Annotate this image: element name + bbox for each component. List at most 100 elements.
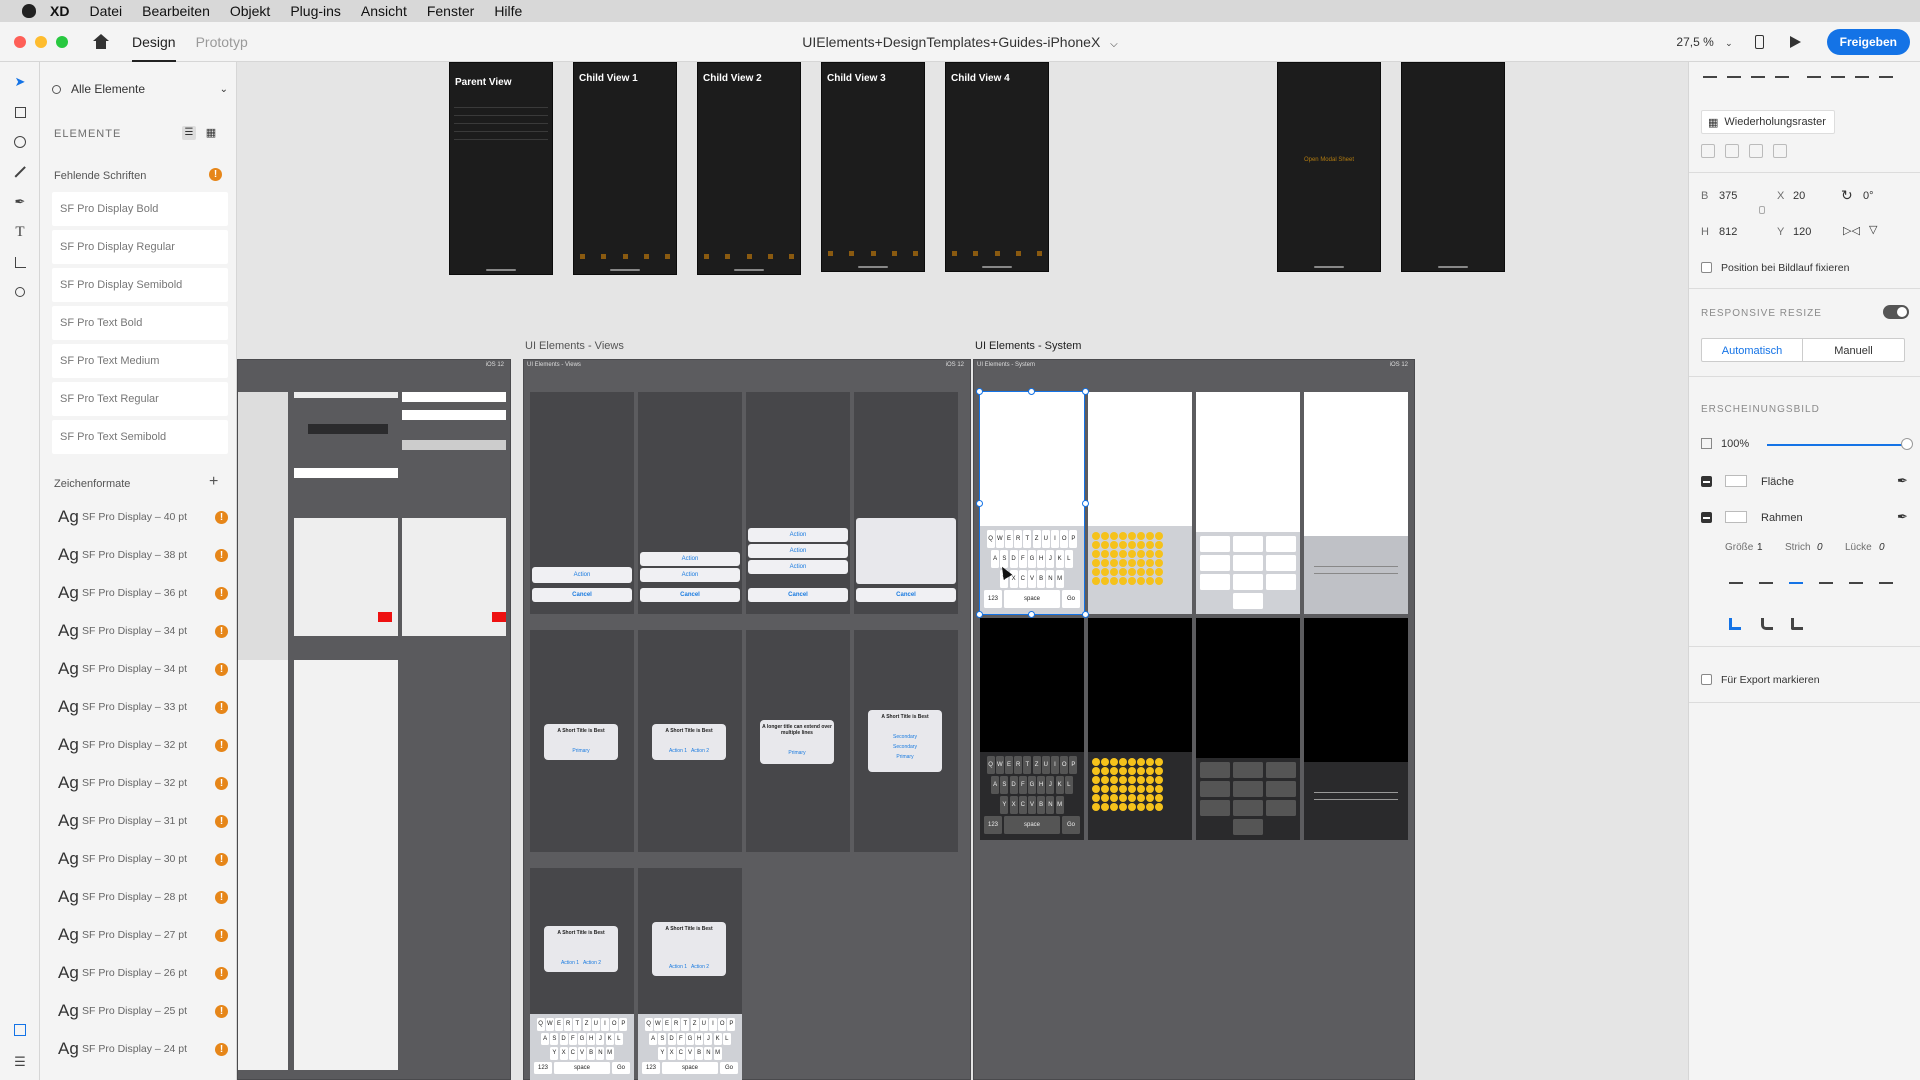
alert-cell[interactable]: A Short Title is Best Primary <box>530 630 634 852</box>
resize-auto-option[interactable]: Automatisch <box>1701 338 1803 362</box>
artboard-child-view-2[interactable]: Child View 2 <box>697 62 801 275</box>
list-view-icon[interactable]: ☰ <box>182 126 196 140</box>
boolean-add-icon[interactable] <box>1701 144 1715 158</box>
missing-font-item[interactable]: SF Pro Display Semibold <box>52 268 228 302</box>
eyedropper-icon[interactable]: ✒ <box>1897 509 1908 525</box>
selection-box[interactable] <box>979 391 1085 615</box>
cap-square-icon[interactable] <box>1879 582 1893 594</box>
distribute-horizontal-icon[interactable] <box>1879 76 1893 88</box>
resize-handle[interactable] <box>1028 611 1035 618</box>
flip-horizontal-icon[interactable]: ▷◁ <box>1843 224 1860 237</box>
export-checkbox[interactable] <box>1701 674 1712 685</box>
home-icon[interactable] <box>92 33 110 50</box>
device-preview-icon[interactable] <box>1754 35 1764 49</box>
resize-handle[interactable] <box>1082 611 1089 618</box>
rotate-icon[interactable]: ↻ <box>1841 187 1853 204</box>
x-field[interactable]: 20 <box>1793 190 1805 202</box>
lock-aspect-icon[interactable] <box>1759 206 1765 214</box>
close-window-button[interactable] <box>14 35 26 48</box>
char-style-item[interactable]: Ag SF Pro Display – 32 pt! <box>52 768 228 798</box>
repeat-grid-button[interactable]: ▦ Wiederholungsraster <box>1701 110 1835 134</box>
alert-cell[interactable]: A longer title can extend over multiple … <box>746 630 850 852</box>
join-round-icon[interactable] <box>1761 618 1773 630</box>
artboard-modal-sheet[interactable] <box>1401 62 1505 272</box>
zoom-window-button[interactable] <box>56 35 68 48</box>
fix-position-checkbox[interactable] <box>1701 262 1712 273</box>
width-field[interactable]: 375 <box>1719 190 1737 202</box>
emoji-light-phone[interactable] <box>1088 392 1192 614</box>
join-miter-icon[interactable] <box>1729 618 1741 630</box>
opacity-slider-track[interactable] <box>1767 444 1907 446</box>
resize-handle[interactable] <box>1082 388 1089 395</box>
char-style-item[interactable]: Ag SF Pro Display – 40 pt! <box>52 502 228 532</box>
align-center-icon[interactable] <box>1831 76 1845 88</box>
play-icon[interactable] <box>1789 36 1801 48</box>
missing-font-item[interactable]: SF Pro Text Medium <box>52 344 228 378</box>
share-sheet-cell[interactable]: Cancel <box>854 392 958 614</box>
tab-prototype[interactable]: Prototyp <box>196 22 248 62</box>
height-field[interactable]: 812 <box>1719 226 1737 238</box>
apple-icon[interactable] <box>22 4 36 18</box>
artboard-modal-parent[interactable]: Open Modal Sheet <box>1277 62 1381 272</box>
distribute-vertical-icon[interactable] <box>1775 76 1789 88</box>
stroke-inside-icon[interactable] <box>1729 582 1743 594</box>
menu-edit[interactable]: Bearbeiten <box>142 3 210 19</box>
align-right-icon[interactable] <box>1855 76 1869 88</box>
zoom-level[interactable]: 27,5 % ⌄ <box>1676 35 1732 49</box>
char-style-item[interactable]: Ag SF Pro Display – 34 pt! <box>52 654 228 684</box>
alert-cell[interactable]: A Short Title is Best Action 1 Action 2 <box>638 630 742 852</box>
char-style-item[interactable]: Ag SF Pro Display – 33 pt! <box>52 692 228 722</box>
select-tool-icon[interactable]: ➤ <box>12 74 28 90</box>
join-bevel-icon[interactable] <box>1791 618 1803 630</box>
resize-handle[interactable] <box>976 500 983 507</box>
dictation-light-phone[interactable] <box>1304 392 1408 614</box>
artboard-parent-view[interactable]: Parent View <box>449 62 553 275</box>
boolean-intersect-icon[interactable] <box>1749 144 1763 158</box>
menu-app-xd[interactable]: XD <box>50 3 69 19</box>
action-sheet-cell[interactable]: Action Action Cancel <box>638 392 742 614</box>
keyboard-dark-phone[interactable]: Q W E R T Z U I O P A S D F G H J K L Y X C V B N M 123 space Go <box>980 618 1084 840</box>
alert-keyboard-cell[interactable]: A Short Title is Best Action 1 Action 2 … <box>638 868 742 1080</box>
minimize-window-button[interactable] <box>35 35 47 48</box>
y-field[interactable]: 120 <box>1793 226 1811 238</box>
menu-window[interactable]: Fenster <box>427 3 474 19</box>
opacity-value[interactable]: 100% <box>1721 438 1749 450</box>
action-sheet-cell[interactable]: Action Cancel <box>530 392 634 614</box>
rotation-field[interactable]: 0° <box>1863 190 1874 202</box>
action-sheet-cell[interactable]: Action Action Action Cancel <box>746 392 850 614</box>
opacity-slider-thumb[interactable] <box>1901 438 1913 450</box>
grid-view-icon[interactable]: ▦ <box>204 126 218 140</box>
resize-handle[interactable] <box>1028 388 1035 395</box>
artboard-ui-elements-controls[interactable]: iOS 12 <box>237 359 511 1080</box>
assets-filter[interactable]: Alle Elemente ⌄ <box>52 80 228 98</box>
fill-swatch[interactable] <box>1725 475 1747 487</box>
align-middle-icon[interactable] <box>1727 76 1741 88</box>
chevron-down-icon[interactable]: ⌵ <box>1110 39 1118 50</box>
cap-butt-icon[interactable] <box>1819 582 1833 594</box>
cap-round-icon[interactable] <box>1849 582 1863 594</box>
zoom-tool-icon[interactable] <box>12 284 28 300</box>
boolean-exclude-icon[interactable] <box>1773 144 1787 158</box>
share-button[interactable]: Freigeben <box>1826 29 1910 55</box>
pen-tool-icon[interactable]: ✒ <box>12 194 28 210</box>
dash-field[interactable]: 0 <box>1817 542 1823 553</box>
dictation-dark-phone[interactable] <box>1304 618 1408 840</box>
design-canvas[interactable]: Parent View Child View 1 Child View 2 Ch… <box>237 62 1688 1080</box>
char-style-item[interactable]: Ag SF Pro Display – 27 pt! <box>52 920 228 950</box>
menu-help[interactable]: Hilfe <box>494 3 522 19</box>
menu-view[interactable]: Ansicht <box>361 3 407 19</box>
menu-plugins[interactable]: Plug-ins <box>290 3 341 19</box>
layers-panel-icon[interactable]: ☰ <box>12 1054 28 1070</box>
fill-toggle[interactable] <box>1701 476 1712 487</box>
missing-font-item[interactable]: SF Pro Display Bold <box>52 192 228 226</box>
artboard-ui-elements-system[interactable]: UI Elements - System iOS 12 QWERTZUIOP AS… <box>973 359 1415 1080</box>
alert-keyboard-cell[interactable]: A Short Title is Best Action 1 Action 2 … <box>530 868 634 1080</box>
missing-font-item[interactable]: SF Pro Text Bold <box>52 306 228 340</box>
flip-vertical-icon[interactable]: ▽ <box>1869 223 1877 236</box>
resize-handle[interactable] <box>976 388 983 395</box>
align-top-icon[interactable] <box>1703 76 1717 88</box>
emoji-dark-phone[interactable] <box>1088 618 1192 840</box>
char-style-item[interactable]: Ag SF Pro Display – 36 pt! <box>52 578 228 608</box>
assets-panel-icon[interactable] <box>12 1022 28 1038</box>
align-bottom-icon[interactable] <box>1751 76 1765 88</box>
